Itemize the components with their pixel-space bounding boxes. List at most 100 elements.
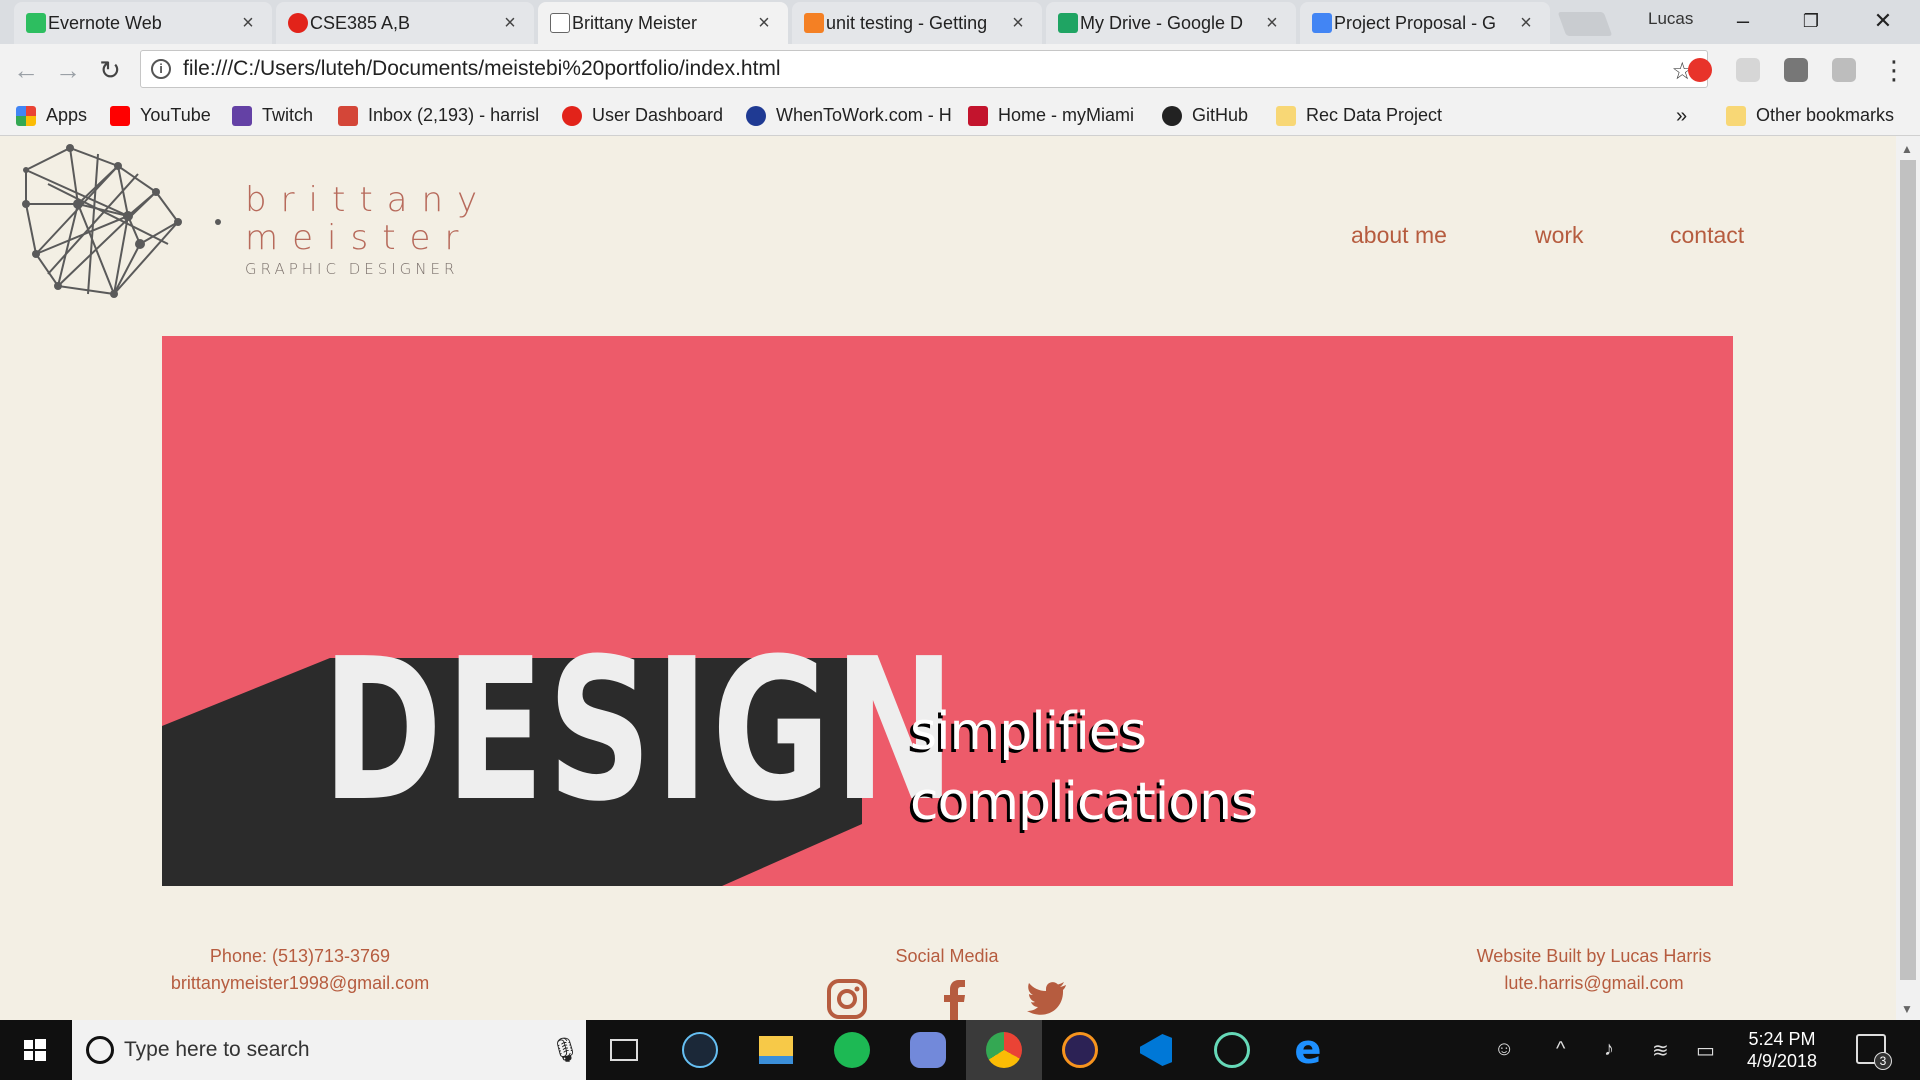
miami-icon	[562, 105, 582, 126]
info-icon[interactable]: i	[151, 59, 171, 79]
bookmark-twitch[interactable]: Twitch	[232, 105, 313, 126]
youtube-icon	[110, 105, 130, 126]
file-explorer-icon[interactable]	[738, 1020, 814, 1080]
back-icon[interactable]: ←	[12, 56, 40, 84]
bookmark-apps[interactable]: Apps	[16, 105, 87, 126]
nav-work[interactable]: work	[1535, 222, 1584, 249]
stackoverflow-icon	[804, 13, 824, 33]
scroll-thumb[interactable]	[1900, 160, 1916, 980]
bookmark-label: Rec Data Project	[1306, 105, 1443, 125]
adblock-plus-icon[interactable]	[1688, 58, 1712, 82]
close-tab-icon[interactable]: ×	[1008, 12, 1028, 35]
nav-contact[interactable]: contact	[1670, 222, 1744, 249]
bookmark-inbox[interactable]: Inbox (2,193) - harrisl	[338, 105, 539, 126]
bookmark-youtube[interactable]: YouTube	[110, 105, 211, 126]
bookmarks-overflow-button[interactable]: »	[1676, 105, 1687, 128]
scroll-down-icon[interactable]: ▼	[1901, 1002, 1913, 1016]
steam-icon[interactable]	[662, 1020, 738, 1080]
footer-credit-email[interactable]: lute.harris@gmail.com	[1444, 973, 1744, 994]
cortana-icon[interactable]	[86, 1036, 114, 1064]
eclipse-icon[interactable]	[1042, 1020, 1118, 1080]
folder-icon	[1726, 105, 1746, 126]
show-hidden-icons[interactable]: ^	[1556, 1038, 1565, 1061]
tab-evernote[interactable]: Evernote Web ×	[14, 2, 272, 44]
windows-taskbar: Type here to search 🎙 e ☺ ^ ♪ ≋ ▭ 5:24 P…	[0, 1020, 1920, 1080]
tab-title: Evernote Web	[48, 12, 162, 33]
taskbar-search[interactable]: Type here to search 🎙	[72, 1020, 586, 1080]
close-tab-icon[interactable]: ×	[754, 12, 774, 35]
bookmark-rec-data-project[interactable]: Rec Data Project	[1276, 105, 1442, 126]
bookmark-label: Inbox (2,193) - harrisl	[368, 105, 540, 125]
microphone-icon[interactable]: 🎙	[550, 1036, 580, 1065]
tab-project-proposal[interactable]: Project Proposal - G ×	[1300, 2, 1550, 44]
scroll-up-icon[interactable]: ▲	[1901, 142, 1913, 156]
tab-brittany-meister[interactable]: Brittany Meister ×	[538, 2, 788, 44]
tab-google-drive[interactable]: My Drive - Google D ×	[1046, 2, 1296, 44]
hero-banner: DESIGN simplifies complications	[162, 336, 1733, 886]
action-center-icon[interactable]: 3	[1856, 1034, 1892, 1070]
clock-time: 5:24 PM	[1748, 1029, 1816, 1049]
page-scrollbar[interactable]: ▲ ▼	[1896, 136, 1920, 1020]
vscode-icon[interactable]	[1118, 1020, 1194, 1080]
footer-phone: Phone: (513)713-3769	[209, 946, 391, 966]
bookmark-label: GitHub	[1192, 105, 1249, 125]
twitch-icon	[232, 105, 252, 126]
apps-grid-icon	[16, 105, 36, 126]
bookmarks-bar: Apps YouTube Twitch Inbox (2,193) - harr…	[0, 96, 1920, 136]
twitter-icon[interactable]	[1027, 980, 1067, 1016]
volume-muted-icon[interactable]: ♪	[1604, 1038, 1614, 1061]
tab-cse385[interactable]: CSE385 A,B ×	[276, 2, 534, 44]
edge-icon[interactable]: e	[1270, 1020, 1346, 1080]
extension-icon[interactable]	[1832, 58, 1856, 82]
bookmark-github[interactable]: GitHub	[1162, 105, 1248, 126]
tab-title: Project Proposal - G	[1334, 12, 1497, 33]
nav-about-me[interactable]: about me	[1351, 222, 1447, 249]
close-tab-icon[interactable]: ×	[238, 12, 258, 35]
pocket-icon[interactable]	[1736, 58, 1760, 82]
people-icon[interactable]: ☺	[1494, 1038, 1514, 1061]
minimize-icon[interactable]: –	[1720, 6, 1766, 36]
windows-start-icon[interactable]	[0, 1020, 70, 1080]
restore-icon[interactable]: ❐	[1788, 6, 1834, 36]
page-viewport: brittany meister GRAPHIC DESIGNER about …	[0, 136, 1896, 1020]
spotify-icon[interactable]	[814, 1020, 890, 1080]
tab-unit-testing[interactable]: unit testing - Getting ×	[792, 2, 1042, 44]
browser-toolbar: ← → ↻ i file:///C:/Users/luteh/Documents…	[0, 44, 1920, 96]
instagram-icon[interactable]	[826, 978, 868, 1020]
close-tab-icon[interactable]: ×	[1516, 12, 1536, 35]
tab-title: Brittany Meister	[572, 12, 698, 33]
evernote-icon	[26, 13, 46, 33]
bookmark-whentowork[interactable]: WhenToWork.com - H	[746, 105, 952, 126]
bookmark-mymiami[interactable]: Home - myMiami	[968, 105, 1134, 126]
discord-icon[interactable]	[890, 1020, 966, 1080]
logo-last-name[interactable]: meister	[245, 218, 472, 258]
wifi-icon[interactable]: ≋	[1652, 1038, 1669, 1063]
chrome-icon[interactable]	[966, 1020, 1042, 1080]
chrome-menu-icon[interactable]: ⋮	[1880, 56, 1908, 84]
bookmark-other[interactable]: Other bookmarks	[1726, 105, 1894, 126]
bookmark-user-dashboard[interactable]: User Dashboard	[562, 105, 723, 126]
whentowork-icon	[746, 105, 766, 126]
close-window-icon[interactable]: ✕	[1860, 6, 1906, 36]
system-clock[interactable]: 5:24 PM 4/9/2018	[1722, 1028, 1842, 1072]
folder-icon	[1276, 105, 1296, 126]
battery-icon[interactable]: ▭	[1696, 1038, 1715, 1063]
footer-email[interactable]: brittanymeister1998@gmail.com	[150, 973, 450, 994]
extension-icon[interactable]	[1784, 58, 1808, 82]
address-bar[interactable]: i file:///C:/Users/luteh/Documents/meist…	[140, 50, 1708, 88]
bookmark-label: Home - myMiami	[998, 105, 1135, 125]
miami-m-icon	[968, 105, 988, 126]
facebook-icon[interactable]	[934, 978, 976, 1020]
profile-name[interactable]: Lucas	[1648, 9, 1693, 29]
new-tab-button[interactable]	[1557, 12, 1613, 36]
close-tab-icon[interactable]: ×	[1262, 12, 1282, 35]
task-view-icon[interactable]	[586, 1020, 662, 1080]
hero-headline: DESIGN	[322, 617, 959, 845]
atom-icon[interactable]	[1194, 1020, 1270, 1080]
forward-icon[interactable]: →	[54, 56, 82, 84]
bookmark-label: WhenToWork.com - H	[776, 105, 952, 125]
reload-icon[interactable]: ↻	[96, 56, 124, 84]
close-tab-icon[interactable]: ×	[500, 12, 520, 35]
github-icon	[1162, 105, 1182, 126]
logo-first-name[interactable]: brittany	[245, 180, 491, 220]
